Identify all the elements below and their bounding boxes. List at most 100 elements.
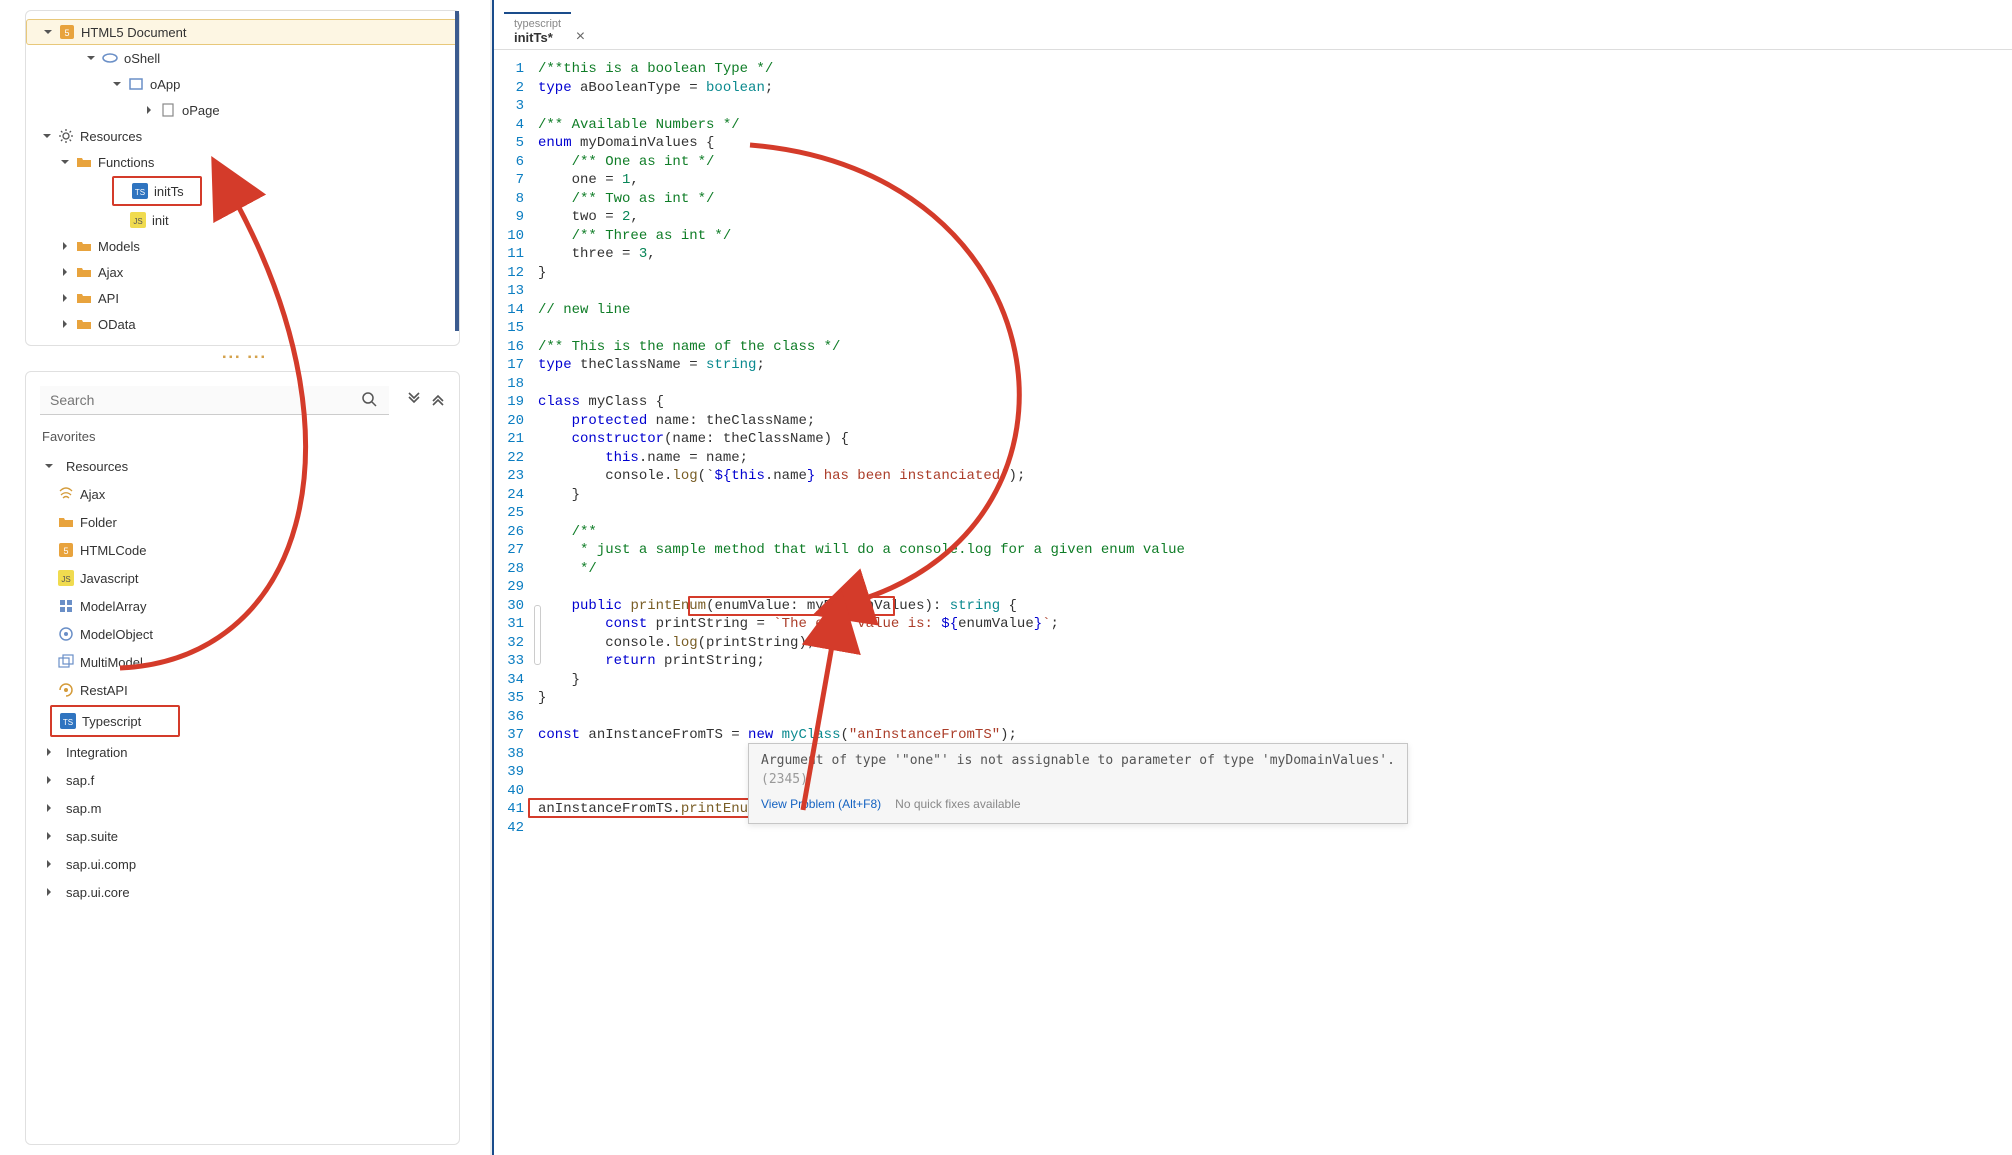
tab-filename: initTs* <box>514 30 561 45</box>
editor-tab-initts[interactable]: typescript initTs* × <box>504 12 571 49</box>
folder-open-icon <box>76 154 92 170</box>
resource-ajax[interactable]: Ajax <box>26 480 459 508</box>
code-content[interactable]: /**this is a boolean Type */ type aBoole… <box>538 60 2012 1155</box>
tree-item-opage[interactable]: oPage <box>26 97 459 123</box>
caret-right-icon <box>58 291 72 305</box>
html5-icon: 5 <box>58 542 74 558</box>
scroll-indicator <box>455 11 459 331</box>
typescript-icon: TS <box>132 183 148 199</box>
resource-restapi[interactable]: RestAPI <box>26 676 459 704</box>
line-number-gutter: 1234567891011121314151617181920212223242… <box>494 60 538 1155</box>
caret-right-icon <box>42 801 56 815</box>
group-sapuicore[interactable]: sap.ui.core <box>26 878 459 906</box>
tree-item-ajax[interactable]: Ajax <box>26 259 459 285</box>
search-icon[interactable] <box>361 391 377 410</box>
tree-item-resources[interactable]: Resources <box>26 123 459 149</box>
tooltip-hint: No quick fixes available <box>895 797 1020 811</box>
html5-icon: 5 <box>59 24 75 40</box>
collapse-all-icon[interactable] <box>431 392 445 409</box>
tree-label: initTs <box>154 184 184 199</box>
group-label: sap.ui.core <box>66 885 130 900</box>
group-label: sap.f <box>66 773 94 788</box>
caret-down-icon <box>84 51 98 65</box>
modelarray-icon <box>58 598 74 614</box>
tree-label: Ajax <box>98 265 123 280</box>
resource-modelarray[interactable]: ModelArray <box>26 592 459 620</box>
tree-root-html5[interactable]: 5 HTML5 Document <box>26 19 459 45</box>
group-sapsuite[interactable]: sap.suite <box>26 822 459 850</box>
group-sapm[interactable]: sap.m <box>26 794 459 822</box>
group-sapf[interactable]: sap.f <box>26 766 459 794</box>
svg-text:5: 5 <box>64 28 69 38</box>
folder-icon <box>76 264 92 280</box>
typescript-icon: TS <box>60 713 76 729</box>
caret-right-icon <box>142 103 156 117</box>
tree-item-models[interactable]: Models <box>26 233 459 259</box>
tooltip-error-code: (2345) <box>761 772 808 787</box>
tab-language: typescript <box>514 18 561 30</box>
group-label: Resources <box>66 459 128 474</box>
shell-icon <box>102 50 118 66</box>
caret-right-icon <box>42 745 56 759</box>
view-problem-link[interactable]: View Problem (Alt+F8) <box>761 797 881 811</box>
folder-icon <box>76 238 92 254</box>
tree-item-init[interactable]: JS init <box>26 207 459 233</box>
editor-tab-bar: typescript initTs* × <box>494 0 2012 50</box>
tree-label: OData <box>98 317 136 332</box>
resource-label: Typescript <box>82 714 141 729</box>
tree-label: API <box>98 291 119 306</box>
caret-down-icon <box>41 25 55 39</box>
tree-item-initts[interactable]: TS initTs <box>114 178 200 204</box>
ajax-icon <box>58 486 74 502</box>
group-integration[interactable]: Integration <box>26 738 459 766</box>
resource-label: Folder <box>80 515 117 530</box>
group-label: sap.ui.comp <box>66 857 136 872</box>
caret-right-icon <box>42 773 56 787</box>
caret-right-icon <box>42 885 56 899</box>
restapi-icon <box>58 682 74 698</box>
app-icon <box>128 76 144 92</box>
resources-group[interactable]: Resources <box>26 452 459 480</box>
tree-label: oShell <box>124 51 160 66</box>
resource-label: MultiModel <box>80 655 143 670</box>
code-editor[interactable]: 1234567891011121314151617181920212223242… <box>494 50 2012 1155</box>
resource-folder[interactable]: Folder <box>26 508 459 536</box>
page-icon <box>160 102 176 118</box>
tree-label: oApp <box>150 77 180 92</box>
resource-label: ModelObject <box>80 627 153 642</box>
tree-item-api[interactable]: API <box>26 285 459 311</box>
gutter-drag-handle[interactable] <box>534 605 541 665</box>
tree-item-functions[interactable]: Functions <box>26 149 459 175</box>
caret-down-icon <box>40 129 54 143</box>
group-sapuicomp[interactable]: sap.ui.comp <box>26 850 459 878</box>
caret-right-icon <box>58 239 72 253</box>
resource-javascript[interactable]: JSJavascript <box>26 564 459 592</box>
javascript-icon: JS <box>58 570 74 586</box>
close-icon[interactable]: × <box>576 28 585 46</box>
tree-label: oPage <box>182 103 220 118</box>
resource-typescript[interactable]: TS Typescript <box>52 707 178 735</box>
group-label: Integration <box>66 745 127 760</box>
resource-label: HTMLCode <box>80 543 146 558</box>
group-label: sap.suite <box>66 829 118 844</box>
tooltip-message: Argument of type '"one"' is not assignab… <box>761 753 1395 768</box>
expand-all-icon[interactable] <box>407 392 421 409</box>
caret-right-icon <box>42 857 56 871</box>
group-label: sap.m <box>66 801 101 816</box>
search-input[interactable] <box>40 386 389 415</box>
tree-item-oshell[interactable]: oShell <box>26 45 459 71</box>
resource-multimodel[interactable]: MultiModel <box>26 648 459 676</box>
resource-htmlcode[interactable]: 5 HTMLCode <box>26 536 459 564</box>
tree-label: Models <box>98 239 140 254</box>
folder-icon <box>76 316 92 332</box>
svg-text:TS: TS <box>63 718 73 727</box>
tree-item-oapp[interactable]: oApp <box>26 71 459 97</box>
tree-item-odata[interactable]: OData <box>26 311 459 337</box>
error-tooltip: Argument of type '"one"' is not assignab… <box>748 743 1408 824</box>
panel-resize-handle[interactable]: ▪▪▪ ▪▪▪ <box>0 352 490 363</box>
svg-text:TS: TS <box>135 188 145 197</box>
svg-text:JS: JS <box>61 575 70 584</box>
svg-text:JS: JS <box>133 217 142 226</box>
resource-modelobject[interactable]: ModelObject <box>26 620 459 648</box>
tree-label: HTML5 Document <box>81 25 186 40</box>
